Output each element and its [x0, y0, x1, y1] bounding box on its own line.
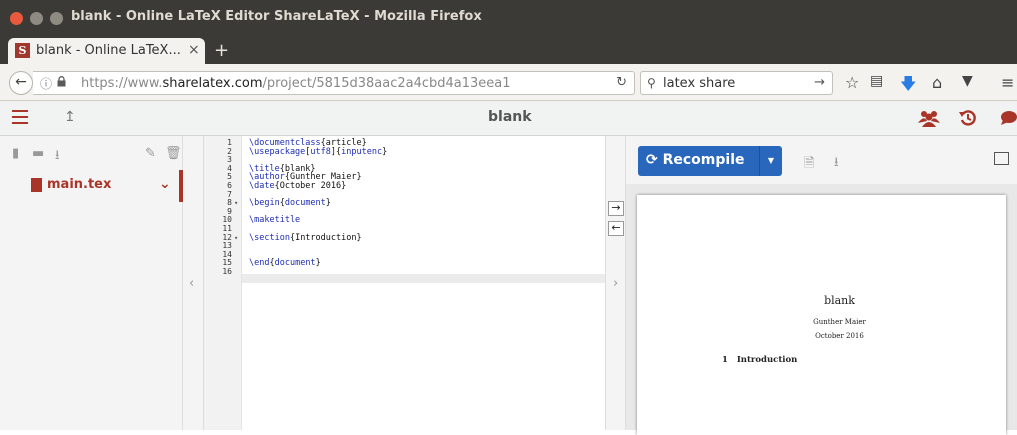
- code-line: \usepackage[utf8]{inputenc}: [249, 146, 388, 157]
- pdf-title: blank: [824, 294, 855, 307]
- window-titlebar: blank - Online LaTeX Editor ShareLaTeX -…: [0, 0, 1017, 38]
- editor-gutter: 1 2 3 4 5 6 7 8 ▾ 9 10 11 12 ▾ 13 14 15 16: [204, 136, 242, 430]
- line-number: 13: [222, 241, 232, 251]
- line-number: 16: [222, 267, 232, 276]
- line-number: 6: [227, 181, 232, 190]
- file-name: main.tex: [47, 177, 112, 192]
- back-button[interactable]: ←: [9, 71, 33, 95]
- lock-icon: [57, 76, 66, 87]
- info-icon[interactable]: ⓘ: [40, 75, 52, 92]
- pdf-date: October 2016: [815, 332, 864, 340]
- hamburger-menu-icon[interactable]: [12, 110, 28, 124]
- file-icon: [31, 178, 42, 192]
- url-text: https://www.sharelatex.com/project/5815d…: [81, 76, 511, 91]
- code-line: \maketitle: [249, 215, 301, 226]
- code-editor[interactable]: \documentclass{article} \usepackage[utf8]…: [242, 136, 605, 430]
- file-entry-main-tex[interactable]: main.tex ⌄: [0, 170, 183, 202]
- latex-command: \end: [249, 258, 270, 269]
- reload-icon[interactable]: ↻: [616, 75, 627, 90]
- chat-icon[interactable]: [1000, 110, 1017, 127]
- search-input[interactable]: ⚲ latex share →: [640, 71, 833, 95]
- history-icon[interactable]: [959, 109, 977, 127]
- new-folder-icon[interactable]: ▬: [32, 146, 44, 161]
- logs-document-icon[interactable]: 🗎: [804, 154, 814, 176]
- fold-toggle-icon[interactable]: ▾: [234, 234, 238, 242]
- fold-toggle-icon[interactable]: ▾: [234, 199, 238, 207]
- minimize-window-button[interactable]: [30, 12, 43, 25]
- recompile-button[interactable]: ⟳ Recompile ▼: [638, 146, 782, 176]
- latex-argument: {document}: [279, 198, 331, 209]
- recompile-label: ⟳ Recompile: [646, 152, 745, 168]
- code-line: \begin{document}: [249, 198, 331, 209]
- pocket-icon[interactable]: ▼: [962, 73, 973, 89]
- sync-to-pdf-arrow-icon[interactable]: →: [608, 201, 624, 216]
- upload-icon[interactable]: ⭳: [55, 146, 60, 168]
- sync-to-code-arrow-icon[interactable]: ←: [608, 221, 624, 236]
- search-go-icon[interactable]: →: [814, 75, 825, 90]
- rename-pencil-icon[interactable]: ✎: [145, 146, 156, 161]
- tab-label: blank - Online LaTeX...: [36, 43, 181, 58]
- new-tab-button[interactable]: +: [214, 38, 229, 64]
- url-bar[interactable]: ⓘ https://www.sharelatex.com/project/581…: [33, 71, 635, 95]
- latex-argument: {Introduction}: [289, 232, 362, 243]
- refresh-icon: ⟳: [646, 152, 658, 168]
- sharelatex-favicon-icon: S: [15, 43, 30, 58]
- file-tree-collapse-handle[interactable]: ‹: [183, 136, 204, 430]
- browser-tab[interactable]: S blank - Online LaTeX... ×: [8, 38, 205, 64]
- code-line: \end{document}: [249, 258, 321, 269]
- menu-icon[interactable]: ≡: [1001, 73, 1014, 92]
- project-title: blank: [488, 109, 532, 125]
- search-text: latex share: [663, 76, 736, 91]
- latex-command: \usepackage: [249, 146, 306, 157]
- code-line: \section{Introduction}: [249, 232, 362, 243]
- line-number: 11: [222, 224, 232, 233]
- reading-list-icon[interactable]: ▤: [870, 73, 883, 89]
- new-file-icon[interactable]: ▮: [12, 146, 19, 161]
- latex-command: \maketitle: [249, 215, 301, 226]
- close-window-button[interactable]: [10, 12, 23, 25]
- recompile-options-dropdown[interactable]: ▼: [759, 146, 782, 176]
- active-line-highlight: [242, 274, 605, 283]
- pdf-toolbar: ⟳ Recompile ▼ 🗎 ⭳: [626, 136, 1017, 184]
- editor-pdf-divider: → ← ›: [605, 136, 626, 430]
- pdf-author: Gunther Maier: [813, 318, 866, 326]
- download-pdf-icon[interactable]: ⭳: [834, 153, 839, 175]
- download-icon[interactable]: 🡇: [900, 73, 916, 100]
- pdf-preview-area: blank Gunther Maier October 2016 1 Intro…: [626, 184, 1017, 435]
- maximize-window-button[interactable]: [50, 12, 63, 25]
- line-number: 3: [227, 155, 232, 165]
- window-title: blank - Online LaTeX Editor ShareLaTeX -…: [71, 9, 482, 24]
- pdf-section-heading: 1 Introduction: [722, 355, 798, 365]
- collaborators-icon[interactable]: [918, 109, 940, 127]
- tab-close-icon[interactable]: ×: [188, 42, 200, 58]
- search-icon: ⚲: [647, 76, 656, 90]
- navigation-bar: ← ⓘ https://www.sharelatex.com/project/5…: [0, 64, 1017, 101]
- chevron-left-icon: ‹: [189, 276, 195, 291]
- app-toolbar: ↥ blank: [0, 101, 1017, 136]
- pdf-page[interactable]: blank Gunther Maier October 2016 1 Intro…: [637, 195, 1006, 435]
- home-icon[interactable]: ⌂: [932, 73, 942, 92]
- latex-argument: {document}: [269, 258, 321, 269]
- code-line: \date{October 2016}: [249, 181, 347, 191]
- latex-argument: [utf8]{inputenc}: [305, 146, 388, 157]
- upload-arrow-icon[interactable]: ↥: [64, 109, 76, 125]
- latex-argument: {October 2016}: [274, 181, 347, 191]
- bookmark-star-icon[interactable]: ☆: [845, 73, 859, 92]
- latex-command: \date: [249, 181, 275, 191]
- line-number: 1: [227, 138, 232, 147]
- latex-command: \begin: [249, 198, 280, 209]
- file-tree-panel: ▮ ▬ ⭳ ✎ 🗑 main.tex ⌄: [0, 136, 183, 430]
- delete-trash-icon[interactable]: 🗑: [165, 146, 182, 161]
- chevron-down-icon[interactable]: ⌄: [159, 176, 171, 192]
- split-view-icon[interactable]: [994, 152, 1009, 165]
- latex-command: \section: [249, 232, 290, 243]
- chevron-right-icon[interactable]: ›: [613, 276, 618, 291]
- line-number: 8: [227, 198, 232, 208]
